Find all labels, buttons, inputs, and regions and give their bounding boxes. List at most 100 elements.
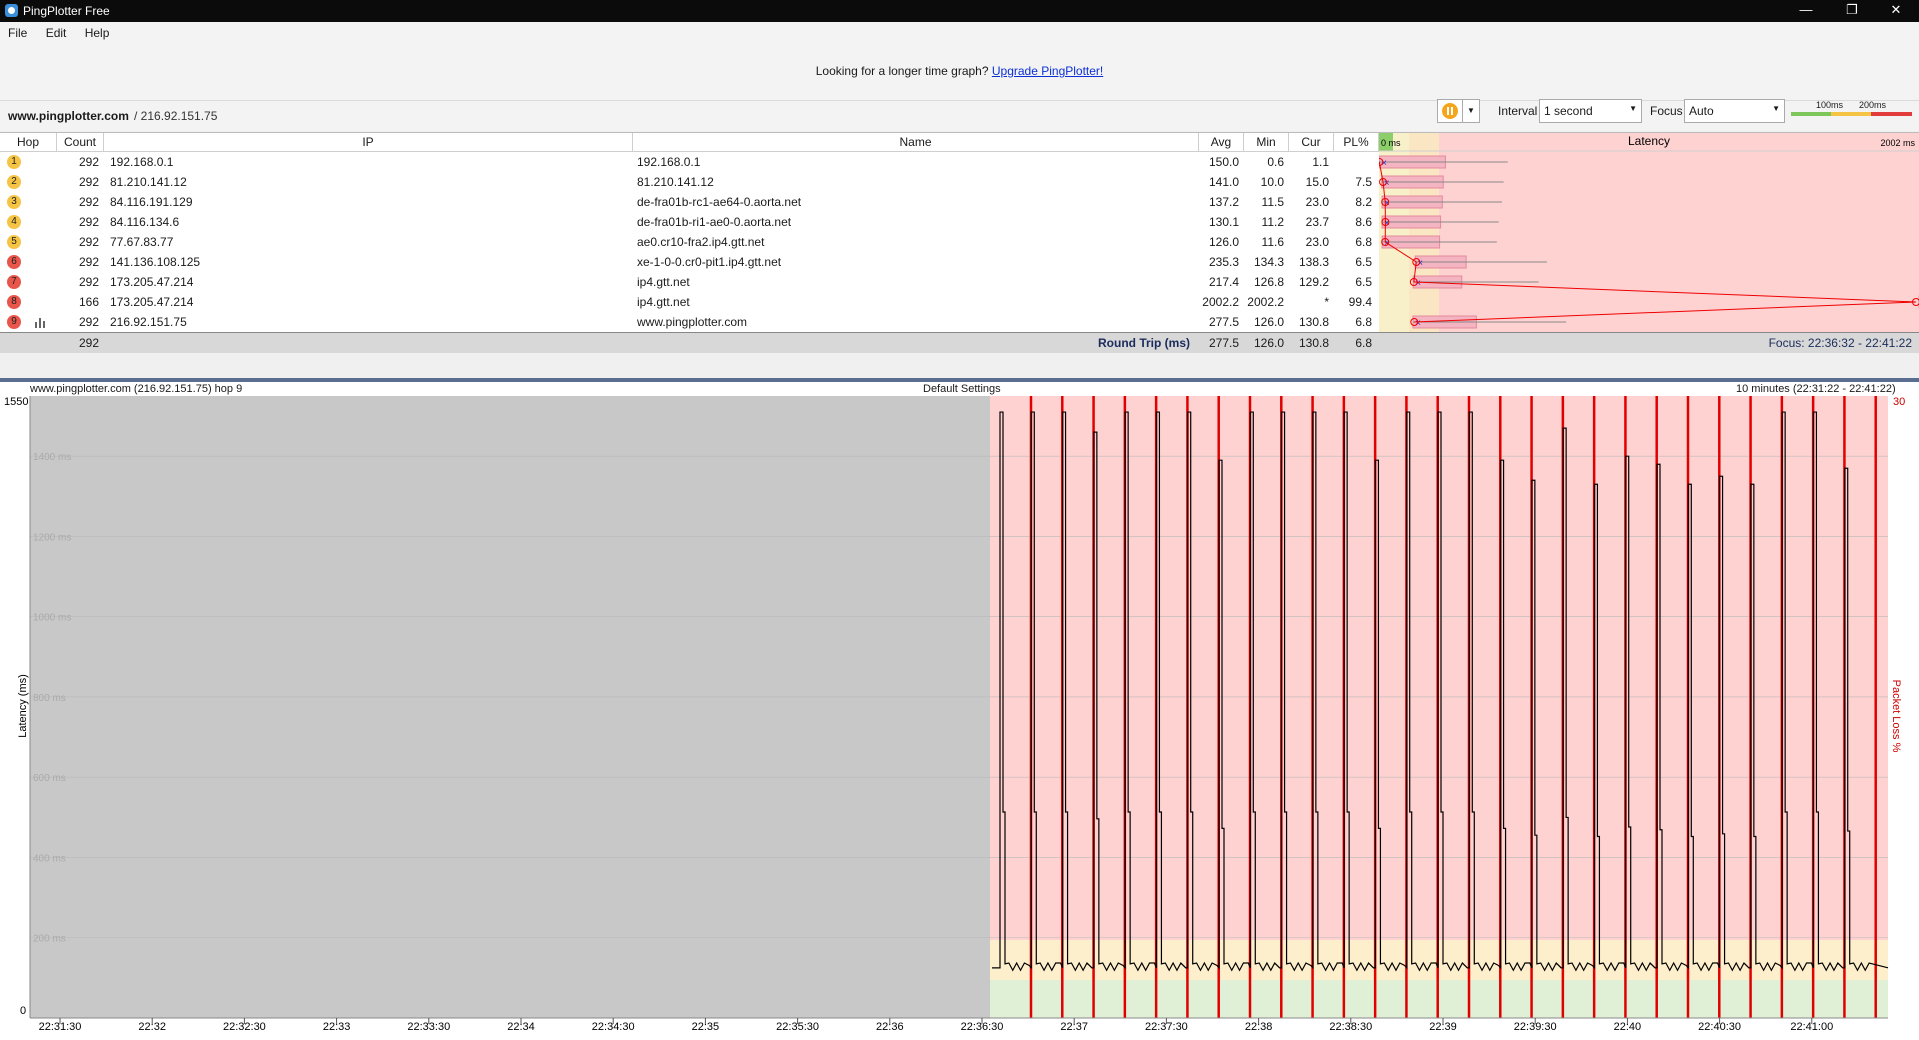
hop-ip: 173.205.47.214 <box>110 275 194 289</box>
hop-name: de-fra01b-rc1-ae64-0.aorta.net <box>637 195 802 209</box>
hop-table: Hop Count IP Name Avg Min Cur PL% 0 ms L… <box>0 132 1919 333</box>
x-tick-label: 22:39 <box>1429 1021 1457 1033</box>
gridline-label: 400 ms <box>33 853 66 864</box>
gridline-label: 200 ms <box>33 934 66 945</box>
hop-hop: 7 <box>7 275 21 289</box>
hop-ip: 141.136.108.125 <box>110 255 201 269</box>
threshold-high-label: 200ms <box>1859 100 1887 110</box>
restore-icon[interactable]: ❐ <box>1829 0 1875 22</box>
time-graph[interactable]: 1400 ms 1200 ms 1000 ms 800 ms 600 ms 400 ms 2… <box>0 396 1919 1040</box>
col-ip[interactable]: IP <box>104 133 633 152</box>
hop-min: 2002.2 <box>1247 295 1284 309</box>
col-count[interactable]: Count <box>57 133 104 152</box>
hop-avg: 141.0 <box>1208 175 1239 189</box>
graph-title-left: www.pingplotter.com (216.92.151.75) hop … <box>30 383 243 395</box>
x-tick-label: 22:35:30 <box>776 1021 819 1033</box>
table-row[interactable]: 3 292 84.116.191.129 de-fra01b-rc1-ae64-0.a… <box>0 192 1379 212</box>
col-min[interactable]: Min <box>1244 133 1289 152</box>
table-row[interactable]: 8 166 173.205.47.214 ip4.gtt.net 2002.2 2002.… <box>0 292 1379 312</box>
col-cur[interactable]: Cur <box>1289 133 1334 152</box>
y-top-label: 1550 <box>4 396 28 408</box>
table-row[interactable]: 9 292 216.92.151.75 www.pingplotter.com 277.… <box>0 312 1379 332</box>
table-row[interactable]: 2 292 81.210.141.12 81.210.141.12 141.0 10.0 1… <box>0 172 1379 192</box>
hop-hop: 3 <box>7 195 21 209</box>
hop-cur: 23.0 <box>1305 235 1329 249</box>
x-tick-label: 22:41:00 <box>1790 1021 1833 1033</box>
hop-hop: 6 <box>7 255 21 269</box>
hop-ip: 81.210.141.12 <box>110 175 187 189</box>
hop-avg: 150.0 <box>1208 155 1239 169</box>
interval-select[interactable]: 1 second ▼ <box>1539 99 1642 123</box>
latency-mini-graph: 0 ms Latency 2002 ms ××××××××× <box>1379 133 1919 333</box>
hop-avg: 137.2 <box>1208 195 1239 209</box>
x-tick-label: 22:37:30 <box>1145 1021 1188 1033</box>
hop-count: 292 <box>78 215 99 229</box>
latency-scale-min: 0 ms <box>1381 138 1401 148</box>
col-pl[interactable]: PL% <box>1334 133 1379 152</box>
hop-min: 126.8 <box>1253 275 1284 289</box>
table-row[interactable]: 4 292 84.116.134.6 de-fra01b-ri1-ae0-0.aort… <box>0 212 1379 232</box>
hop-count: 166 <box>78 295 99 309</box>
hop-name: ip4.gtt.net <box>637 295 690 309</box>
pause-icon <box>1442 103 1458 119</box>
hop-count: 292 <box>78 195 99 209</box>
col-hop[interactable]: Hop <box>0 133 57 152</box>
minimize-icon[interactable]: — <box>1783 0 1829 22</box>
menu-file[interactable]: File <box>0 22 27 40</box>
hop-pl: 6.8 <box>1355 235 1372 249</box>
latency-threshold-legend: 100ms 200ms <box>1791 100 1912 120</box>
latency-band-bad <box>1439 133 1919 333</box>
window-title: PingPlotter Free <box>23 4 110 18</box>
hop-name: ae0.cr10-fra2.ip4.gtt.net <box>637 235 765 249</box>
x-tick-label: 22:32 <box>138 1021 166 1033</box>
gridline-label: 800 ms <box>33 693 66 704</box>
col-avg[interactable]: Avg <box>1199 133 1244 152</box>
menu-edit[interactable]: Edit <box>31 22 67 40</box>
table-row[interactable]: 7 292 173.205.47.214 ip4.gtt.net 217.4 126.8 1… <box>0 272 1379 292</box>
table-row[interactable]: 6 292 141.136.108.125 xe-1-0-0.cr0-pit1.ip4… <box>0 252 1379 272</box>
x-tick-label: 22:32:30 <box>223 1021 266 1033</box>
hop-name: 192.168.0.1 <box>637 155 701 169</box>
x-tick-label: 22:40 <box>1614 1021 1642 1033</box>
hop-min: 10.0 <box>1260 175 1284 189</box>
hop-avg: 235.3 <box>1208 255 1239 269</box>
hop-cur: 23.0 <box>1305 195 1329 209</box>
upgrade-link[interactable]: Upgrade PingPlotter! <box>992 64 1103 78</box>
hop-name: xe-1-0-0.cr0-pit1.ip4.gtt.net <box>637 255 782 269</box>
hop-ip: 192.168.0.1 <box>110 155 174 169</box>
menu-help[interactable]: Help <box>70 22 110 40</box>
target-host[interactable]: www.pingplotter.com <box>8 109 129 123</box>
x-tick-label: 22:38:30 <box>1329 1021 1372 1033</box>
hop-hop: 8 <box>7 295 21 309</box>
pause-button[interactable] <box>1437 99 1463 123</box>
hop-pl: 6.5 <box>1355 275 1372 289</box>
hop-pl: 7.5 <box>1355 175 1372 189</box>
close-icon[interactable]: ✕ <box>1873 0 1919 22</box>
hop-count: 292 <box>78 155 99 169</box>
right-axis-top: 30 <box>1893 396 1905 408</box>
bar-chart-icon[interactable] <box>34 312 48 332</box>
round-trip-summary: 292 Round Trip (ms) 277.5 126.0 130.8 6.… <box>0 332 1919 353</box>
gridline-label: 1000 ms <box>33 613 71 624</box>
hop-hop: 1 <box>7 155 21 169</box>
hop-avg: 217.4 <box>1208 275 1239 289</box>
x-tick-label: 22:31:30 <box>39 1021 82 1033</box>
x-tick-labels: 22:31:30 22:32 22:32:30 22:33 22:33:30 22:34 2… <box>39 1018 1833 1033</box>
hop-count: 292 <box>78 175 99 189</box>
focus-label: Focus <box>1650 104 1683 118</box>
hop-name: ip4.gtt.net <box>637 275 690 289</box>
table-row[interactable]: 1 292 192.168.0.1 192.168.0.1 150.0 0.6 1.1 <box>0 152 1379 172</box>
x-tick-label: 22:33:30 <box>407 1021 450 1033</box>
interval-value: 1 second <box>1544 104 1593 118</box>
pause-dropdown-button[interactable]: ▼ <box>1462 99 1480 123</box>
hop-min: 11.2 <box>1261 215 1284 229</box>
x-tick-label: 22:38 <box>1245 1021 1273 1033</box>
focus-select[interactable]: Auto ▼ <box>1684 99 1785 123</box>
threshold-low-label: 100ms <box>1816 100 1844 110</box>
hop-count: 292 <box>78 235 99 249</box>
table-row[interactable]: 5 292 77.67.83.77 ae0.cr10-fra2.ip4.gtt.net… <box>0 232 1379 252</box>
x-tick-label: 22:40:30 <box>1698 1021 1741 1033</box>
col-name[interactable]: Name <box>633 133 1199 152</box>
hop-ip: 84.116.191.129 <box>110 195 193 209</box>
menu-bar: File Edit Help <box>0 22 1919 44</box>
